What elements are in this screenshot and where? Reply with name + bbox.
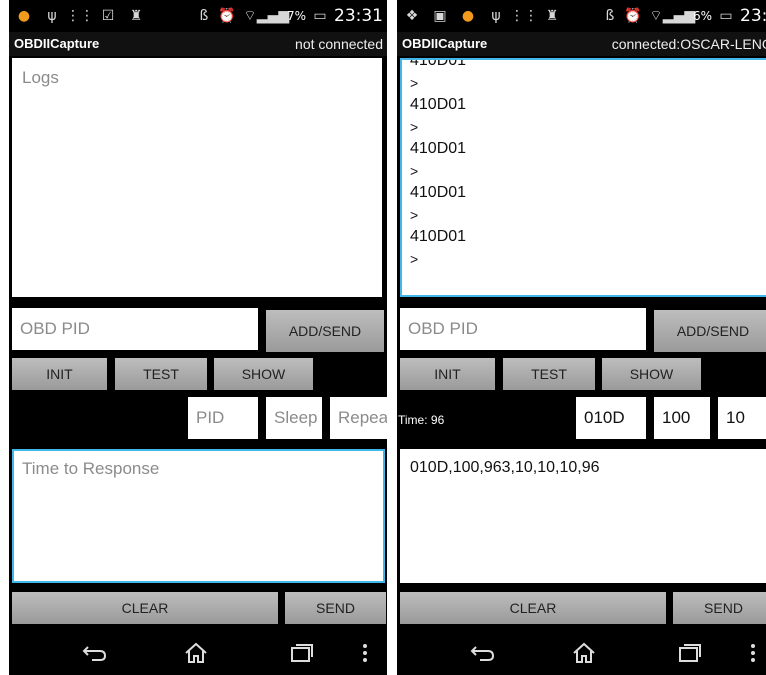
response-textarea[interactable]: 010D,100,963,10,10,10,96 — [400, 449, 766, 583]
android-icon: ♜ — [129, 8, 143, 24]
logs-textarea[interactable]: 410D01 >410D01 >410D01 >410D01 >410D01 > — [400, 58, 766, 297]
connection-status: not connected — [295, 36, 383, 52]
back-icon[interactable] — [463, 638, 503, 668]
action-bar: OBDIICapture not connected — [9, 32, 387, 56]
time-label: Time: 96 — [398, 413, 445, 427]
usb-debug-icon: ⋮⋮ — [66, 8, 94, 24]
sleep-placeholder: Sleep — [274, 408, 318, 427]
alarm-icon: ⏰ — [218, 8, 236, 24]
pid-placeholder: PID — [196, 408, 225, 427]
test-button[interactable]: TEST — [115, 358, 207, 390]
screenshot-icon: ▣ — [433, 8, 447, 24]
app-title: OBDIICapture — [402, 36, 488, 51]
init-button[interactable]: INIT — [12, 358, 107, 390]
bluetooth-icon: ß — [605, 8, 615, 24]
overflow-menu-icon[interactable] — [355, 638, 375, 668]
usb-debug-icon: ⋮⋮ — [510, 8, 538, 24]
clock: 23:03 — [740, 6, 766, 26]
log-line: 410D01 — [410, 184, 467, 201]
bluetooth-icon: ß — [199, 8, 209, 24]
connection-status: connected:OSCAR-LENOVO — [611, 36, 766, 52]
sleep-field[interactable]: 100 — [654, 397, 710, 439]
navigation-bar — [397, 630, 766, 675]
recent-apps-icon[interactable] — [282, 638, 322, 668]
navigation-bar — [9, 630, 387, 675]
send-button[interactable]: SEND — [673, 592, 766, 624]
battery-icon: ▭ — [719, 8, 733, 24]
bluetooth-share-icon: ❖ — [405, 8, 419, 24]
response-placeholder: Time to Response — [22, 459, 160, 478]
pid-value: 010D — [584, 408, 625, 427]
screen-right: ❖ ▣ ● ψ ⋮⋮ ♜ ß ⏰ ⌔ ▂▄▆ 6% ▭ 23:03 OBDIIC… — [397, 0, 766, 675]
signal-icon: ▂▄▆ — [256, 8, 290, 24]
log-line: > — [410, 119, 419, 135]
logs-placeholder: Logs — [22, 68, 59, 87]
obd-pid-input[interactable]: OBD PID — [12, 308, 258, 350]
repeat-placeholder: Repeat — [338, 408, 387, 427]
overflow-menu-icon[interactable] — [743, 638, 763, 668]
add-send-button[interactable]: ADD/SEND — [654, 310, 766, 352]
battery-percent: 6% — [692, 9, 712, 23]
repeat-field[interactable]: 10 — [718, 397, 766, 439]
battery-percent: 7% — [286, 9, 306, 23]
back-icon[interactable] — [75, 638, 115, 668]
log-line: > — [410, 251, 419, 267]
log-lines: 410D01 >410D01 >410D01 >410D01 >410D01 > — [410, 58, 467, 270]
obd-pid-input[interactable]: OBD PID — [400, 308, 646, 350]
log-line: > — [410, 163, 419, 179]
init-button[interactable]: INIT — [400, 358, 495, 390]
clear-button[interactable]: CLEAR — [12, 592, 278, 624]
usb-icon: ψ — [47, 8, 57, 24]
log-line: > — [410, 75, 419, 91]
task-check-icon: ☑ — [101, 8, 115, 24]
action-bar: OBDIICapture connected:OSCAR-LENOVO — [397, 32, 766, 56]
log-line: 410D01 — [410, 228, 467, 245]
clock: 23:31 — [334, 6, 383, 26]
test-button[interactable]: TEST — [503, 358, 595, 390]
sleep-field[interactable]: Sleep — [266, 397, 322, 439]
clear-button[interactable]: CLEAR — [400, 592, 666, 624]
home-icon[interactable] — [176, 638, 216, 668]
log-line: > — [410, 207, 419, 223]
recent-apps-icon[interactable] — [670, 638, 710, 668]
status-bar: ❖ ▣ ● ψ ⋮⋮ ♜ ß ⏰ ⌔ ▂▄▆ 6% ▭ 23:03 — [397, 0, 766, 32]
pid-field[interactable]: 010D — [576, 397, 646, 439]
obd-pid-placeholder: OBD PID — [20, 319, 90, 338]
log-line: 410D01 — [410, 140, 467, 157]
android-icon: ♜ — [545, 8, 559, 24]
notification-app-icon: ● — [17, 8, 31, 24]
screen-left: ● ψ ⋮⋮ ☑ ♜ ß ⏰ ⌔ ▂▄▆ 7% ▭ 23:31 OBDIICap… — [9, 0, 387, 675]
usb-icon: ψ — [491, 8, 501, 24]
show-button[interactable]: SHOW — [602, 358, 701, 390]
send-button[interactable]: SEND — [285, 592, 386, 624]
repeat-value: 10 — [726, 408, 745, 427]
status-bar: ● ψ ⋮⋮ ☑ ♜ ß ⏰ ⌔ ▂▄▆ 7% ▭ 23:31 — [9, 0, 387, 32]
obd-pid-placeholder: OBD PID — [408, 319, 478, 338]
response-value: 010D,100,963,10,10,10,96 — [410, 459, 600, 476]
pid-field[interactable]: PID — [188, 397, 258, 439]
notification-app-icon: ● — [461, 8, 475, 24]
sleep-value: 100 — [662, 408, 691, 427]
response-textarea[interactable]: Time to Response — [12, 449, 385, 583]
app-title: OBDIICapture — [14, 36, 100, 51]
repeat-field[interactable]: Repeat — [330, 397, 387, 439]
battery-icon: ▭ — [313, 8, 327, 24]
alarm-icon: ⏰ — [624, 8, 642, 24]
log-line: 410D01 — [410, 58, 467, 69]
show-button[interactable]: SHOW — [214, 358, 313, 390]
home-icon[interactable] — [564, 638, 604, 668]
signal-icon: ▂▄▆ — [662, 8, 696, 24]
log-line: 410D01 — [410, 96, 467, 113]
logs-textarea[interactable]: Logs — [12, 58, 382, 297]
add-send-button[interactable]: ADD/SEND — [266, 310, 384, 352]
